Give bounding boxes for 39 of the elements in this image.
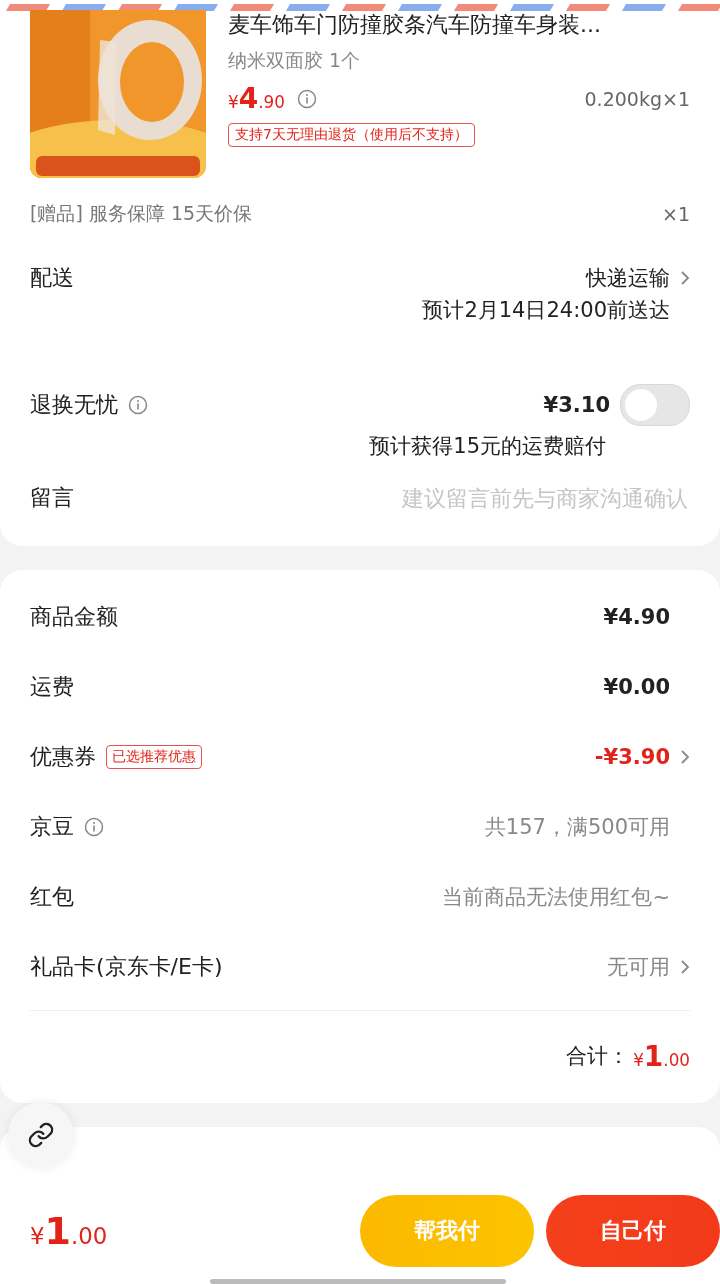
- total-amount: ¥1.00: [633, 1039, 690, 1073]
- chevron-right-icon: [680, 749, 690, 765]
- link-icon: [27, 1121, 55, 1149]
- chevron-right-icon: [680, 959, 690, 975]
- pay-amount: ¥1.00: [30, 1209, 108, 1253]
- message-label: 留言: [30, 484, 74, 512]
- info-icon[interactable]: [296, 88, 317, 109]
- fee-label: 运费: [30, 673, 74, 701]
- fee-value[interactable]: 无可用: [607, 953, 670, 981]
- weight-quantity: 0.200kg×1: [584, 87, 690, 110]
- insurance-price: ¥3.10: [543, 393, 610, 417]
- product-spec: 纳米双面胶 1个: [228, 48, 362, 73]
- coupon-tag: 已选推荐优惠: [106, 745, 202, 769]
- total-label: 合计：: [566, 1043, 630, 1070]
- fee-value: 当前商品无法使用红包~: [442, 884, 670, 911]
- fee-value: 共157，满500可用: [484, 814, 670, 841]
- fee-value[interactable]: -¥3.90: [594, 745, 670, 769]
- info-icon[interactable]: [84, 817, 104, 837]
- fee-value: ¥0.00: [603, 675, 670, 699]
- compensation-note: 预计获得15元的运费赔付: [368, 433, 607, 460]
- fee-label: 商品金额: [30, 603, 118, 631]
- info-icon[interactable]: [128, 395, 148, 415]
- pay-button[interactable]: 自己付: [546, 1195, 720, 1267]
- fee-label: 红包: [30, 883, 74, 911]
- delivery-eta: 预计2月14日24:00前送达: [421, 297, 671, 324]
- delivery-method[interactable]: 快递运输: [586, 264, 670, 292]
- gift-label: [赠品] 服务保障 15天价保: [30, 201, 253, 226]
- delivery-label: 配送: [30, 264, 74, 292]
- return-policy-tag: 支持7天无理由退货（使用后不支持）: [228, 123, 475, 147]
- product-price: ¥4.90: [228, 82, 285, 115]
- chevron-right-icon: [680, 270, 690, 286]
- fee-label: 礼品卡(京东卡/E卡): [30, 953, 223, 981]
- fee-value: ¥4.90: [603, 605, 670, 629]
- product-title: 麦车饰车门防撞胶条汽车防撞车身装...: [228, 11, 602, 39]
- fee-label: 优惠券: [30, 743, 96, 771]
- insurance-toggle[interactable]: [620, 384, 690, 426]
- return-insurance-label: 退换无忧: [30, 391, 118, 419]
- fee-label: 京豆: [30, 813, 74, 841]
- gift-quantity: ×1: [662, 203, 690, 225]
